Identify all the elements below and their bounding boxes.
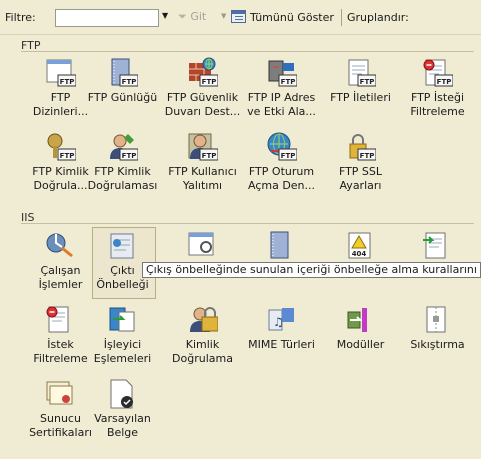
http-headers-icon (421, 230, 453, 262)
feature-tile-label: FTP İletileri (330, 91, 391, 104)
feature-tile-label: Kimlik Doğrulama (172, 338, 233, 365)
feature-tile-label: İşleyici Eşlemeleri (93, 338, 152, 365)
group-by-label[interactable]: Gruplandır: (347, 11, 409, 24)
svg-text:FTP: FTP (202, 78, 217, 86)
default-document-icon (106, 378, 138, 410)
feature-tile[interactable]: FTP FTP Güvenlik Duvarı Dest... (163, 57, 242, 131)
worker-processes-icon (44, 230, 76, 262)
go-button[interactable]: ⏷ Git (178, 10, 206, 24)
feature-tile-label: FTP Kullanıcı Yalıtımı (168, 165, 237, 192)
ftp-request-filtering-icon: FTP (421, 57, 454, 89)
section-divider (21, 51, 474, 52)
output-caching-icon (106, 230, 138, 262)
ftp-authorization-icon: FTP (106, 131, 139, 163)
feature-tile-label: FTP Güvenlik Duvarı Dest... (164, 91, 241, 118)
error-pages-icon: 404 (344, 230, 376, 262)
toolbar: Filtre: ▼ ⏷ Git ▼ Tümünü Göster Grupland… (0, 0, 481, 35)
ftp-messages-icon: FTP (344, 57, 377, 89)
feature-tile-label: Modüller (336, 338, 385, 351)
filter-input[interactable] (55, 9, 159, 27)
svg-text:FTP: FTP (360, 78, 375, 86)
feature-tile[interactable]: Varsayılan Belge (83, 378, 162, 452)
feature-tile[interactable]: Modüller (321, 304, 400, 378)
feature-tile-label: FTP Oturum Açma Den... (247, 165, 316, 192)
svg-text:FTP: FTP (122, 152, 137, 160)
feature-tile[interactable]: ♫ MIME Türleri (242, 304, 321, 378)
ftp-authentication-icon: FTP (44, 131, 77, 163)
feature-tile[interactable]: FTP FTP SSL Ayarları (321, 131, 400, 205)
feature-tile[interactable]: Kimlik Doğrulama (163, 304, 242, 378)
svg-text:FTP: FTP (60, 78, 75, 86)
section-divider (21, 223, 474, 224)
funnel-icon: ⏷ (178, 10, 187, 23)
feature-tile-label: FTP Günlüğü (87, 91, 158, 104)
feature-tile[interactable]: FTP FTP Oturum Açma Den... (242, 131, 321, 205)
ftp-logging-icon: FTP (106, 57, 139, 89)
feature-tile[interactable]: İşleyici Eşlemeleri (83, 304, 162, 378)
svg-text:404: 404 (352, 250, 367, 258)
go-label: Git (190, 10, 207, 23)
feature-tile[interactable]: FTP FTP IP Adres ve Etki Ala... (242, 57, 321, 131)
ftp-ip-domain-icon: FTP (265, 57, 298, 89)
feature-tile[interactable]: FTP FTP İletileri (321, 57, 400, 131)
tooltip: Çıkış önbelleğinde sunulan içeriği önbel… (142, 262, 481, 278)
compression-icon (421, 304, 453, 336)
feature-tile[interactable]: FTP FTP Kullanıcı Yalıtımı (163, 131, 242, 205)
directory-browsing-icon (186, 230, 218, 262)
handler-mappings-icon (106, 304, 138, 336)
svg-text:♫: ♫ (273, 315, 284, 329)
svg-text:FTP: FTP (202, 152, 217, 160)
ftp-firewall-icon: FTP (186, 57, 219, 89)
filter-label: Filtre: (5, 11, 36, 24)
feature-tile[interactable]: FTP FTP Günlüğü (83, 57, 162, 131)
feature-tile[interactable]: Sıkıştırma (398, 304, 477, 378)
show-all-icon (231, 10, 246, 23)
svg-text:FTP: FTP (281, 152, 296, 160)
server-certificates-icon (44, 378, 76, 410)
ftp-logon-attempt-icon: FTP (265, 131, 298, 163)
authentication-icon (186, 304, 219, 336)
ftp-ssl-icon: FTP (344, 131, 377, 163)
feature-tile-label: FTP İsteği Filtreleme (410, 91, 465, 118)
svg-text:FTP: FTP (360, 152, 375, 160)
feature-tile-label: Varsayılan Belge (94, 412, 151, 439)
show-all-label: Tümünü Göster (250, 11, 334, 24)
go-dropdown-icon[interactable]: ▼ (221, 12, 226, 20)
feature-tile[interactable]: FTP FTP Kimlik Doğrulaması (83, 131, 162, 205)
feature-tile-label: FTP Kimlik Doğrulaması (87, 165, 158, 192)
feature-tile-label: MIME Türleri (248, 338, 315, 351)
feature-tile[interactable]: FTP FTP İsteği Filtreleme (398, 57, 477, 131)
filter-dropdown-icon[interactable]: ▼ (162, 11, 168, 20)
svg-text:FTP: FTP (60, 152, 75, 160)
ftp-user-isolation-icon: FTP (186, 131, 219, 163)
mime-types-icon: ♫ (265, 304, 297, 336)
logging-icon (265, 230, 297, 262)
modules-icon (344, 304, 376, 336)
request-filtering-icon (44, 304, 76, 336)
toolbar-separator (341, 9, 342, 26)
feature-tile-label: Sıkıştırma (410, 338, 465, 351)
ftp-directory-browsing-icon: FTP (44, 57, 77, 89)
svg-text:FTP: FTP (281, 78, 296, 86)
svg-text:FTP: FTP (122, 78, 137, 86)
feature-tile-label: FTP IP Adres ve Etki Ala... (247, 91, 316, 118)
svg-text:FTP: FTP (437, 78, 452, 86)
feature-tile-label: FTP SSL Ayarları (338, 165, 383, 192)
